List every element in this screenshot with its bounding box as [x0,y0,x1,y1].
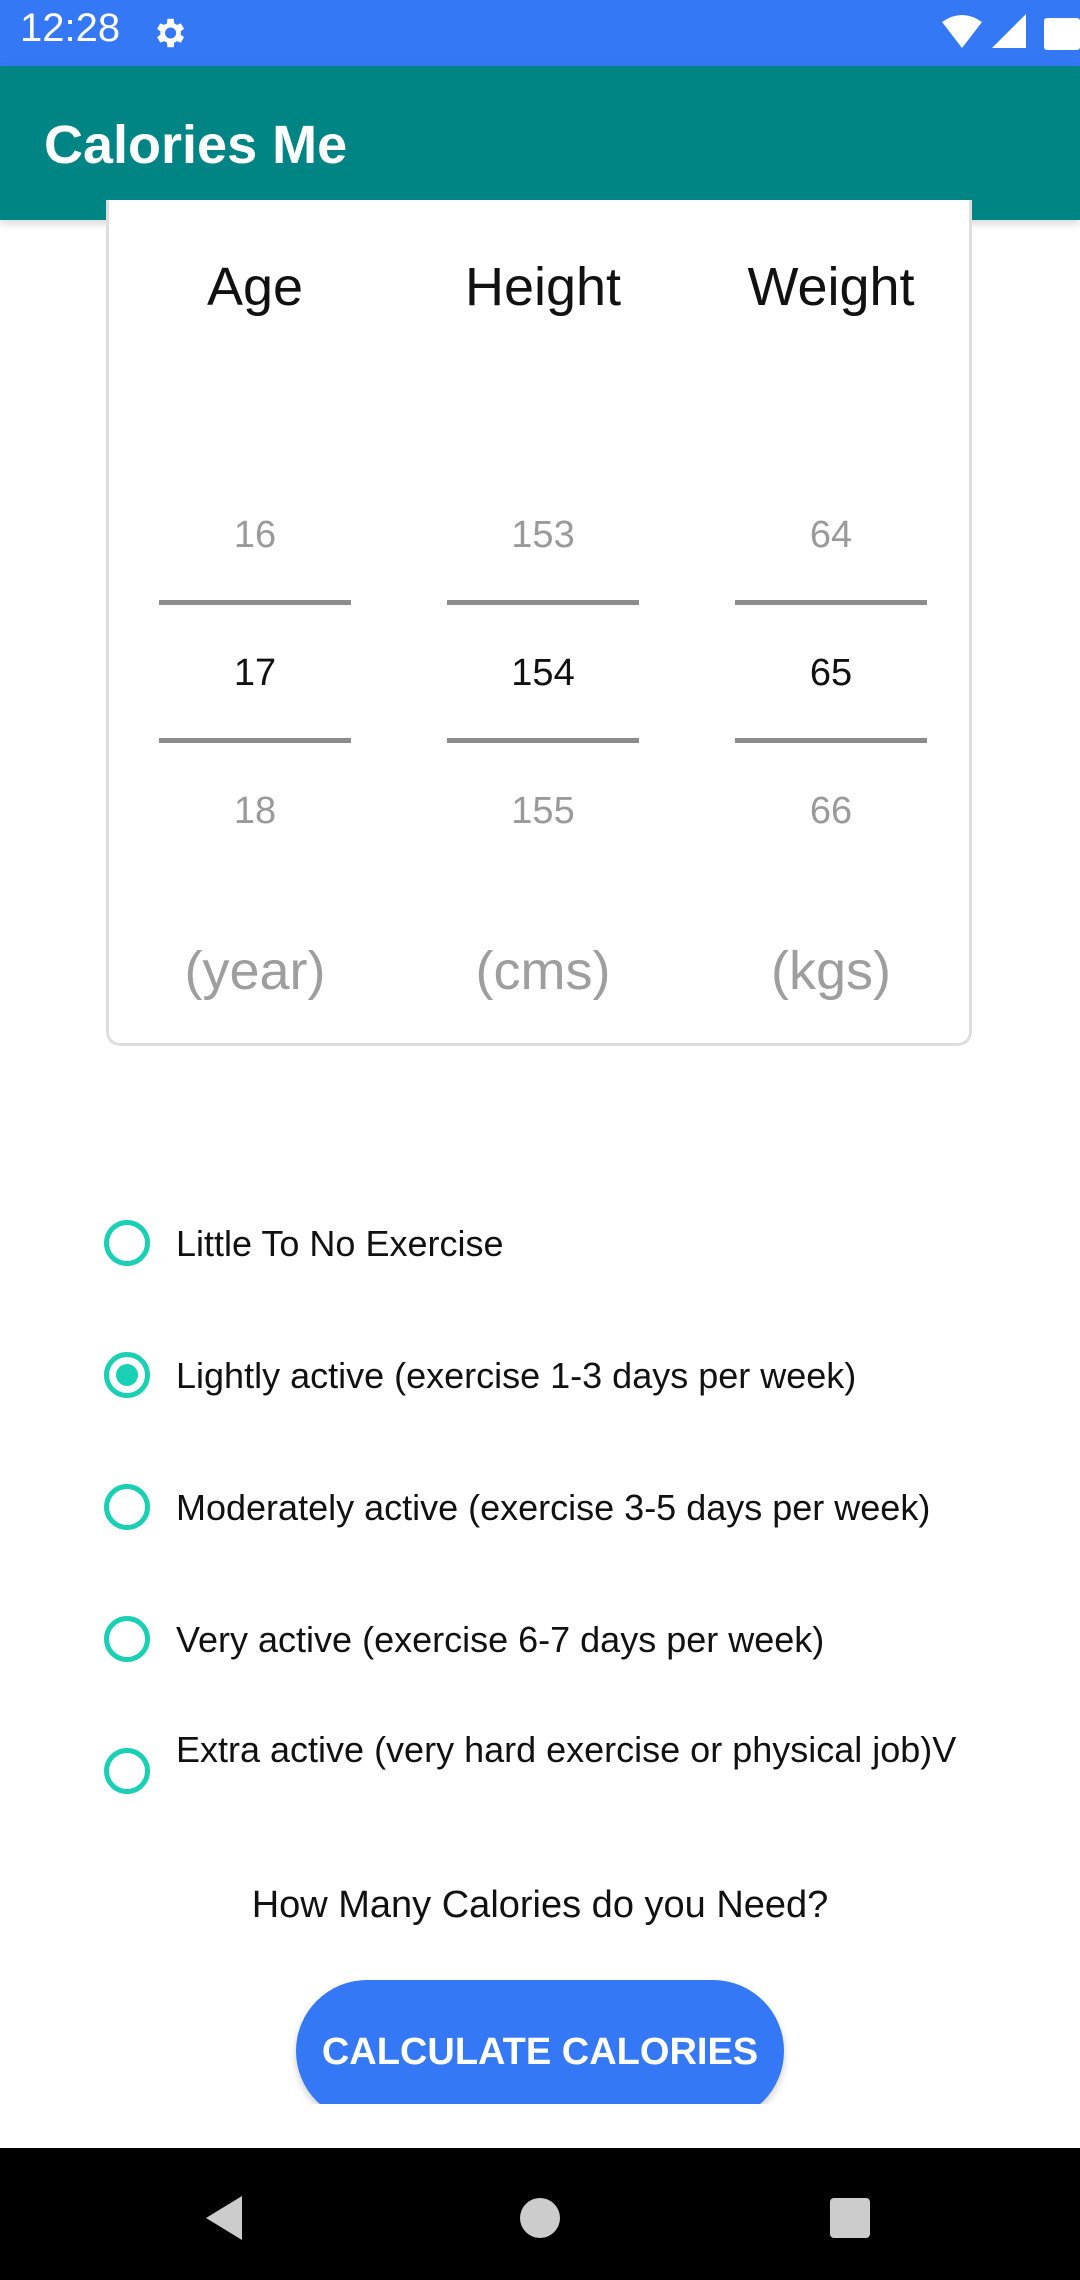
age-header: Age [206,257,304,317]
calculate-calories-button[interactable]: CALCULATE CALORIES [296,1980,784,2122]
home-icon[interactable] [510,2188,570,2248]
activity-option-label[interactable]: Moderately active (exercise 3-5 days per… [176,1486,1036,1530]
gear-icon [157,18,185,48]
activity-option-label[interactable]: Extra active (very hard exercise or phys… [176,1728,996,1772]
picker-card: Age 16 17 18 (year) Height 153 154 155 (… [106,200,972,1046]
weight-next-value[interactable]: 66 [731,790,931,833]
age-next-value[interactable]: 18 [155,790,355,833]
navigation-bar [0,2148,1080,2280]
status-icons [942,14,1080,50]
radio-button[interactable] [104,1220,150,1266]
weight-divider-bottom [735,738,927,743]
height-divider-bottom [447,738,639,743]
age-divider-top [159,600,351,605]
activity-option-label[interactable]: Lightly active (exercise 1-3 days per we… [176,1354,1036,1398]
app-title: Calories Me [44,115,348,175]
activity-option-label[interactable]: Little To No Exercise [176,1222,1036,1266]
height-next-value[interactable]: 155 [443,790,643,833]
back-icon[interactable] [196,2188,256,2248]
wifi-icon [942,15,982,48]
weight-prev-value[interactable]: 64 [731,514,931,557]
radio-button[interactable] [104,1484,150,1530]
age-prev-value[interactable]: 16 [155,514,355,557]
signal-icon [992,14,1026,48]
recents-icon[interactable] [820,2188,880,2248]
weight-unit: (kgs) [771,941,891,1001]
age-selected-value[interactable]: 17 [155,652,355,695]
scroll-clip [0,2104,1080,2148]
status-time: 12:28 [20,6,121,50]
status-bar: 12:28 [0,0,1080,66]
activity-option-label[interactable]: Very active (exercise 6-7 days per week) [176,1618,1036,1662]
radio-button[interactable] [104,1616,150,1662]
radio-button[interactable] [104,1748,150,1794]
app-bar: Calories Me [0,66,1080,220]
radio-button-checked[interactable] [104,1352,150,1398]
calories-question: How Many Calories do you Need? [251,1884,829,1926]
weight-header: Weight [747,257,915,317]
height-header: Height [464,257,622,317]
weight-divider-top [735,600,927,605]
height-prev-value[interactable]: 153 [443,514,643,557]
age-divider-bottom [159,738,351,743]
weight-selected-value[interactable]: 65 [731,652,931,695]
height-selected-value[interactable]: 154 [443,652,643,695]
height-divider-top [447,600,639,605]
battery-icon [1044,18,1080,50]
age-unit: (year) [184,941,326,1001]
height-unit: (cms) [475,941,611,1001]
